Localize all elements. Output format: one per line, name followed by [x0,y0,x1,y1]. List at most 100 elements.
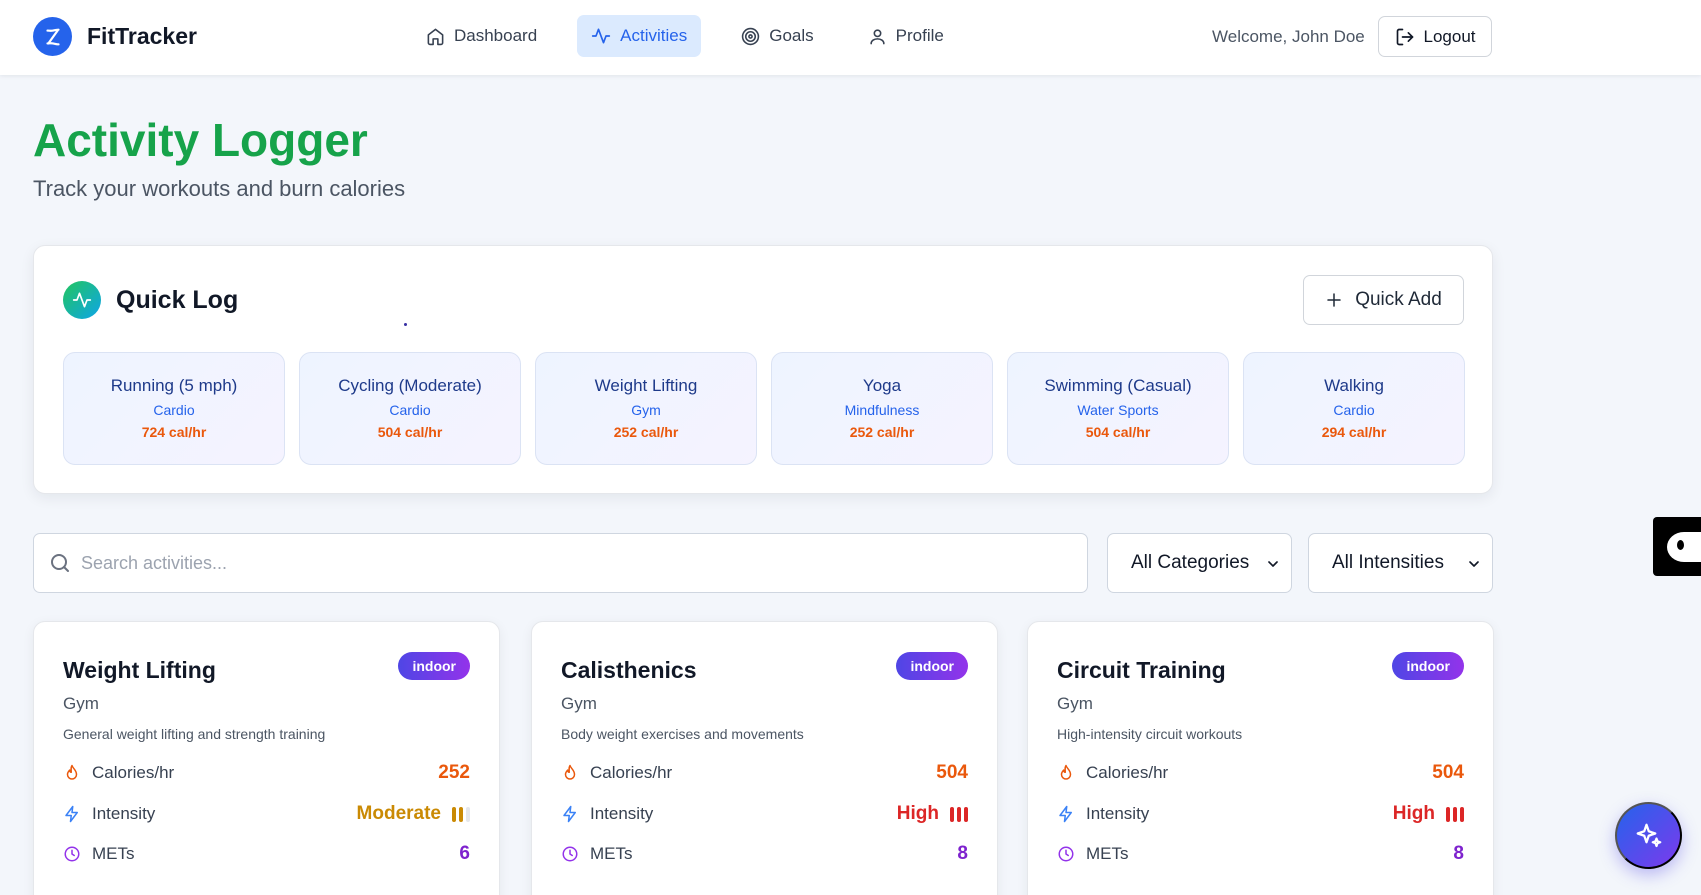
nav-label: Dashboard [454,26,538,45]
flame-icon [1060,764,1072,780]
sparkles-icon [1636,823,1661,847]
intensity-bar [1446,806,1450,822]
intensity-row: Intensity Moderate [63,802,470,826]
nav-goals[interactable]: Goals [727,15,827,57]
chat-face-eye [1677,540,1684,550]
quick-add-button[interactable]: Quick Add [1303,275,1464,325]
flame-icon [564,764,576,780]
plus-icon [1327,293,1341,307]
nav-label: Activities [620,26,688,45]
nav-activities[interactable]: Activities [577,15,702,57]
logout-icon [1396,28,1413,45]
activity-description: High-intensity circuit workouts [1057,726,1243,742]
search-box [33,533,1088,593]
intensity-row: Intensity High [1057,802,1464,826]
mets-row: METs 6 [63,842,470,866]
activity-category: Gym [63,694,99,713]
clock-icon [64,846,80,862]
location-badge: indoor [1392,652,1464,680]
tile-calories: 252 cal/hr [849,424,915,440]
intensity-value: Moderate [357,803,470,825]
tile-category: Mindfulness [844,402,920,418]
mets-row: METs 8 [1057,842,1464,866]
activity-name: Circuit Training [1057,657,1226,683]
activity-card[interactable]: Calisthenics indoor Gym Body weight exer… [531,621,998,895]
tile-category: Cardio [389,402,431,418]
intensity-bars [449,806,470,822]
activity-name: Calisthenics [561,657,697,683]
location-badge: indoor [896,652,968,680]
tile-name: Cycling (Moderate) [338,376,482,395]
intensity-bar [1460,806,1464,822]
quick-log-title: Quick Log [116,286,239,314]
mets-value: 8 [1453,843,1464,864]
intensity-label: Intensity [1086,804,1150,823]
quick-log-tile[interactable]: Swimming (Casual) Water Sports 504 cal/h… [1007,352,1229,465]
calories-value: 252 [438,762,470,783]
intensity-label: Intensity [92,804,156,823]
logo-icon [33,17,72,56]
activity-description: General weight lifting and strength trai… [63,726,326,742]
tile-category: Cardio [153,402,195,418]
calories-label: Calories/hr [1086,763,1169,782]
category-select[interactable]: All Categories [1107,533,1292,593]
mets-row: METs 8 [561,842,968,866]
intensity-bar [950,806,954,822]
quick-log-tile[interactable]: Weight Lifting Gym 252 cal/hr [535,352,757,465]
chevron-down-icon [1469,561,1479,567]
intensity-bar [459,806,463,822]
quick-log-tile[interactable]: Cycling (Moderate) Cardio 504 cal/hr [299,352,521,465]
tile-name: Running (5 mph) [110,376,238,395]
mets-label: METs [92,844,135,863]
intensity-select-value: All Intensities [1332,552,1444,573]
activity-card[interactable]: Circuit Training indoor Gym High-intensi… [1027,621,1494,895]
tile-category: Water Sports [1077,402,1159,418]
activity-description: Body weight exercises and movements [561,726,804,742]
tile-calories: 504 cal/hr [1085,424,1151,440]
quick-log-tile[interactable]: Walking Cardio 294 cal/hr [1243,352,1465,465]
clock-icon [562,846,578,862]
nav-label: Profile [895,26,944,45]
intensity-text: High [896,803,939,824]
quick-log-panel: Quick Log Quick Add Running (5 mph) Card… [33,245,1493,494]
intensity-label: Intensity [590,804,654,823]
intensity-bar [452,806,456,822]
activity-name: Weight Lifting [63,657,216,683]
lightning-icon [65,805,78,823]
intensity-bars [947,806,968,822]
chat-face-icon [1667,532,1701,562]
logout-button[interactable]: Logout [1378,16,1492,57]
calories-row: Calories/hr 504 [1057,761,1464,785]
category-select-value: All Categories [1131,552,1250,573]
quick-add-label: Quick Add [1355,289,1442,310]
quick-log-tile[interactable]: Running (5 mph) Cardio 724 cal/hr [63,352,285,465]
tile-calories: 504 cal/hr [377,424,443,440]
tile-category: Gym [631,402,661,418]
mets-label: METs [590,844,633,863]
intensity-bar [957,806,961,822]
quick-log-tiles: Running (5 mph) Cardio 724 cal/hr Cyclin… [63,352,1465,465]
activity-card[interactable]: Weight Lifting indoor Gym General weight… [33,621,500,895]
nav-profile[interactable]: Profile [854,15,958,57]
tile-name: Walking [1324,376,1384,395]
feedback-tab[interactable] [1653,517,1701,576]
tile-category: Cardio [1333,402,1375,418]
welcome-text: Welcome, John Doe [1212,27,1365,46]
ai-assistant-button[interactable] [1615,802,1682,869]
calories-label: Calories/hr [590,763,673,782]
search-input[interactable] [81,534,1071,592]
calories-row: Calories/hr 504 [561,761,968,785]
intensity-select[interactable]: All Intensities [1308,533,1493,593]
activity-icon [592,28,611,44]
decorative-dot [404,323,407,326]
brand[interactable]: FitTracker [33,17,197,56]
location-badge: indoor [398,652,470,680]
main-nav: Dashboard Activities Goals Profile [412,15,984,57]
nav-dashboard[interactable]: Dashboard [412,15,551,57]
quick-log-tile[interactable]: Yoga Mindfulness 252 cal/hr [771,352,993,465]
lightning-icon [563,805,576,823]
home-icon [427,28,444,45]
intensity-row: Intensity High [561,802,968,826]
page-subtitle: Track your workouts and burn calories [33,176,406,201]
calories-label: Calories/hr [92,763,175,782]
